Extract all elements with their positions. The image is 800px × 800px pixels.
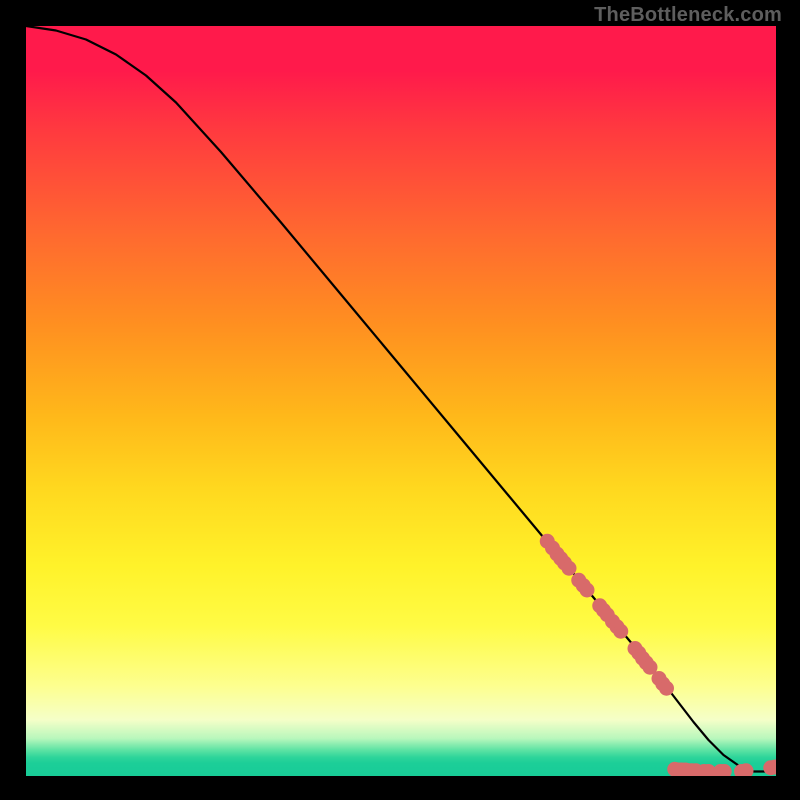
scatter-points [540,534,776,776]
bottleneck-curve [26,26,776,772]
scatter-point [613,624,628,639]
chart-overlay [26,26,776,776]
plot-area [26,26,776,776]
scatter-point [580,583,595,598]
scatter-point [659,681,674,696]
watermark-text: TheBottleneck.com [594,4,782,27]
scatter-point [562,561,577,576]
chart-stage: TheBottleneck.com [0,0,800,800]
